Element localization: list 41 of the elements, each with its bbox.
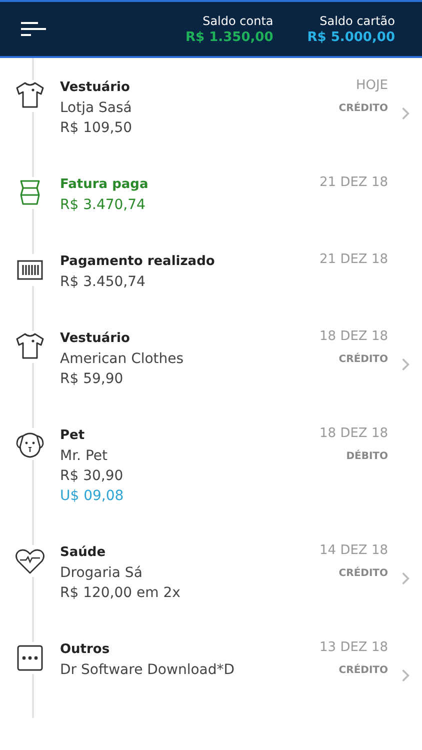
amount: R$ 109,50: [60, 119, 134, 138]
transaction-date: 21 DEZ 18: [320, 251, 388, 269]
foreign-amount: U$ 09,08: [60, 487, 125, 506]
merchant-name: Drogaria Sá: [60, 564, 144, 583]
balance-label: Saldo cartão: [320, 12, 395, 28]
payment-method: DÉBITO: [346, 449, 388, 464]
payment-method: CRÉDITO: [338, 352, 388, 367]
balance-label: Saldo conta: [202, 12, 274, 28]
transaction-title: Fatura paga: [60, 176, 150, 194]
menu-icon[interactable]: [20, 21, 46, 37]
amount: R$ 59,90: [60, 370, 124, 389]
amount: R$ 3.470,74: [60, 196, 146, 215]
payment-method: CRÉDITO: [338, 101, 388, 116]
transaction-date: HOJE: [356, 77, 388, 95]
transaction-date: 14 DEZ 18: [320, 542, 388, 560]
transaction-date: 21 DEZ 18: [320, 174, 388, 192]
chevron-right-icon[interactable]: [400, 668, 410, 683]
amount: R$ 3.450,74: [60, 273, 146, 292]
payment-method: CRÉDITO: [338, 566, 388, 581]
transaction-title: Vestuário: [60, 330, 131, 348]
merchant-name: Mr. Pet: [60, 447, 108, 466]
transaction-date: 18 DEZ 18: [320, 328, 388, 346]
payment-method: CRÉDITO: [338, 663, 388, 678]
transaction-title: Vestuário: [60, 79, 131, 97]
merchant-name: Lotja Sasá: [60, 99, 133, 118]
merchant-name: Dr Software Download*D: [60, 661, 236, 680]
amount: R$ 30,90: [60, 467, 124, 486]
amount: R$ 120,00 em 2x: [60, 584, 182, 603]
chevron-right-icon[interactable]: [400, 571, 410, 586]
transaction-title: Pet: [60, 427, 86, 445]
transaction-date: 18 DEZ 18: [320, 425, 388, 443]
balance-value: R$ 5.000,00: [307, 28, 395, 46]
more-icon: [14, 642, 46, 674]
transaction-title: Pagamento realizado: [60, 253, 216, 271]
merchant-name: American Clothes: [60, 350, 185, 369]
chevron-right-icon[interactable]: [400, 106, 410, 121]
balance-value: R$ 1.350,00: [186, 28, 274, 46]
transaction-title: Outros: [60, 641, 111, 659]
transaction-date: 13 DEZ 18: [320, 639, 388, 657]
transaction-title: Saúde: [60, 544, 107, 562]
chevron-right-icon[interactable]: [400, 357, 410, 372]
